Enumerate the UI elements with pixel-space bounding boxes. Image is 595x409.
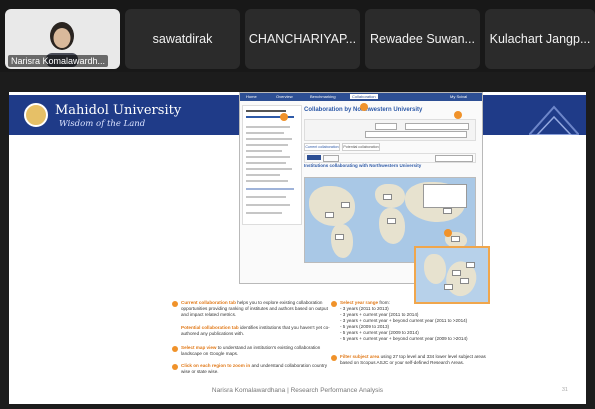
participant-name: Rewadee Suwan... bbox=[370, 32, 475, 46]
scival-subtitle: Institutions collaborating with Northwes… bbox=[304, 163, 422, 168]
note-bullet-icon bbox=[172, 364, 178, 370]
note-map-view: Select map view to understand an institu… bbox=[181, 345, 321, 356]
note-subject-filter: Filter subject area using 27 top level a… bbox=[340, 354, 486, 365]
participant-tile[interactable]: sawatdirak bbox=[125, 9, 240, 69]
university-name: Mahidol University bbox=[55, 103, 182, 118]
slide-footer: Narisra Komalawardhana | Research Perfor… bbox=[211, 387, 384, 394]
scival-tabs: Current collaboration Potential collabor… bbox=[304, 143, 474, 151]
participant-tile-self[interactable]: Narisra Komalawardh... bbox=[5, 9, 120, 69]
scival-nav-item: Overview bbox=[276, 94, 293, 99]
scival-nav-item: My Scival bbox=[450, 94, 468, 99]
slide-page-number: 31 bbox=[561, 387, 568, 393]
tab-current-collaboration: Current collaboration bbox=[304, 143, 340, 151]
callout-marker-icon bbox=[444, 229, 452, 237]
tab-potential-collaboration: Potential collaboration bbox=[342, 143, 380, 151]
scival-entity-panel bbox=[242, 105, 302, 225]
participant-name: sawatdirak bbox=[152, 32, 213, 46]
shared-screen-slide: Mahidol University Wisdom of the Land Ho… bbox=[9, 92, 586, 404]
university-logo-icon bbox=[24, 103, 48, 127]
scival-nav-item: Benchmarking bbox=[310, 94, 336, 99]
university-motto: Wisdom of the Land bbox=[59, 119, 146, 129]
callout-marker-icon bbox=[360, 103, 368, 111]
participant-name: Kulachart Jangp... bbox=[489, 32, 591, 46]
note-year-range: Select year range from: - 3 years (2011 … bbox=[340, 300, 468, 341]
callout-marker-icon bbox=[280, 113, 288, 121]
participant-tile[interactable]: Kulachart Jangp... bbox=[485, 9, 595, 69]
note-bullet-icon bbox=[172, 301, 178, 307]
note-bullet-icon bbox=[172, 346, 178, 352]
scival-nav: Home Overview Benchmarking Collaboration… bbox=[240, 93, 482, 101]
scival-filter-bar bbox=[304, 119, 476, 141]
participant-name: CHANCHARIYAP... bbox=[248, 32, 357, 46]
note-current-collaboration: Current collaboration tab helps you to e… bbox=[181, 300, 328, 317]
scival-nav-item: Home bbox=[246, 94, 257, 99]
note-potential-collaboration: Potential collaboration tab identifies i… bbox=[181, 325, 330, 336]
callout-marker-icon bbox=[454, 111, 462, 119]
note-bullet-icon bbox=[331, 355, 337, 361]
participant-name: Narisra Komalawardh... bbox=[8, 55, 109, 67]
note-bullet-icon bbox=[331, 301, 337, 307]
participant-tile[interactable]: Rewadee Suwan... bbox=[365, 9, 480, 69]
scival-nav-item-active: Collaboration bbox=[350, 94, 378, 99]
banner-decoration-icon bbox=[529, 105, 579, 135]
participant-tile[interactable]: CHANCHARIYAP... bbox=[245, 9, 360, 69]
map-zoom-inset bbox=[414, 246, 490, 304]
note-zoom-region: Click on each region to zoom in and unde… bbox=[181, 363, 328, 374]
participant-strip: Narisra Komalawardh... sawatdirak CHANCH… bbox=[0, 0, 595, 72]
